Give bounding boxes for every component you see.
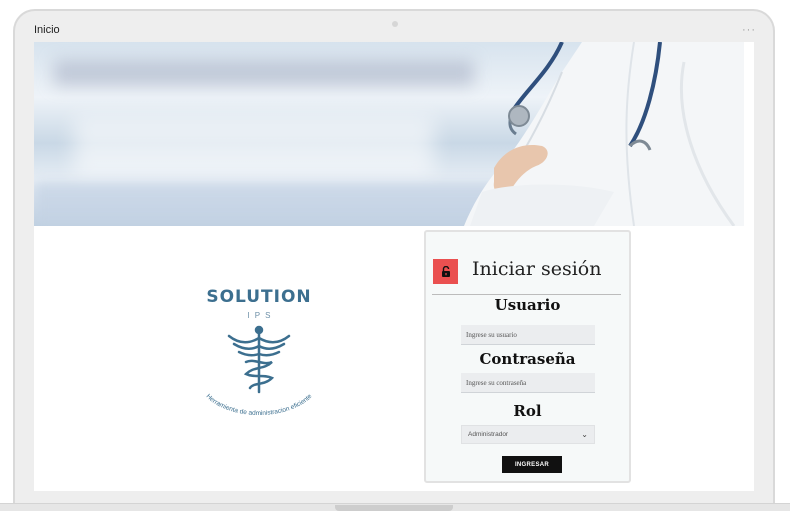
camera-dot [392,21,398,27]
username-input[interactable] [461,325,595,345]
hero-banner-image [34,42,744,226]
window-title: Inicio [34,24,60,36]
submit-button[interactable]: INGRESAR [502,456,562,473]
page-screen: SOLUTION IPS Herramienta de administraci… [34,42,754,491]
svg-text:Herramienta de administracion: Herramienta de administracion eficiente [205,393,314,417]
role-selected-value: Administrador [468,431,509,438]
role-label: Rol [513,402,542,420]
role-select[interactable]: Administrador ⌄ [461,425,595,444]
brand-name: SOLUTION [206,287,312,307]
login-title: Iniciar sesión [472,258,602,280]
password-input[interactable] [461,373,595,393]
chevron-down-icon: ⌄ [581,430,588,439]
brand-subtitle: IPS [247,311,276,320]
user-label: Usuario [494,296,561,314]
unlocked-icon [433,259,458,284]
brand-tagline: Herramienta de administracion eficiente [205,393,314,417]
password-label: Contraseña [479,350,576,368]
brand-block: SOLUTION IPS [184,287,334,320]
doctor-image [464,42,744,226]
laptop-notch [335,505,453,511]
login-card: Iniciar sesión Usuario Contraseña Rol Ad… [424,230,631,483]
card-divider [432,294,621,295]
caduceus-icon: Herramienta de administracion eficiente [205,325,314,417]
more-icon[interactable]: ··· [742,24,756,36]
